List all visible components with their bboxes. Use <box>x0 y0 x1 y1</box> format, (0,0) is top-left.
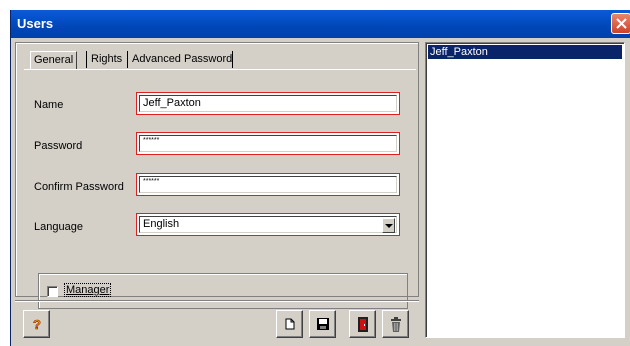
tab-separator <box>127 51 128 68</box>
password-input[interactable]: ****** <box>139 135 397 152</box>
save-icon <box>317 318 329 330</box>
exit-door-icon <box>358 317 368 332</box>
language-label: Language <box>34 221 83 233</box>
trash-icon <box>391 317 401 332</box>
confirm-password-label: Confirm Password <box>34 181 124 193</box>
tab-advanced-password-label: Advanced Password <box>132 53 233 65</box>
new-document-icon <box>285 318 295 330</box>
chevron-down-icon <box>385 224 393 228</box>
user-list[interactable]: Jeff_Paxton <box>425 42 625 338</box>
window-title: Users <box>17 16 54 31</box>
close-icon <box>616 18 627 29</box>
language-select-value[interactable]: English <box>139 216 397 233</box>
dropdown-button[interactable] <box>382 218 395 233</box>
tab-separator <box>232 51 233 68</box>
tab-general[interactable]: General <box>30 51 78 69</box>
name-field[interactable]: Jeff_Paxton <box>136 92 400 115</box>
name-label: Name <box>34 99 64 111</box>
language-select[interactable]: English <box>136 213 400 236</box>
help-button[interactable]: ? <box>23 310 50 338</box>
toolbar-separator <box>15 300 419 302</box>
language-value: English <box>143 218 180 230</box>
manager-label[interactable]: Manager <box>63 283 112 297</box>
tab-separator <box>86 51 87 68</box>
tab-advanced-password[interactable]: Advanced Password <box>129 51 236 69</box>
tab-rights-label: Rights <box>91 53 123 65</box>
help-icon: ? <box>33 317 42 331</box>
delete-button[interactable] <box>382 310 409 338</box>
manager-group: Manager <box>38 273 408 309</box>
list-item[interactable]: Jeff_Paxton <box>428 45 622 59</box>
exit-button[interactable] <box>349 310 376 338</box>
save-button[interactable] <box>309 310 336 338</box>
tab-rights[interactable]: Rights <box>88 51 126 69</box>
manager-checkbox[interactable] <box>47 286 58 297</box>
name-input[interactable]: Jeff_Paxton <box>139 95 397 112</box>
confirm-password-input[interactable]: ****** <box>139 176 397 193</box>
user-form-panel: General Rights Advanced Password Name Je… <box>15 42 419 309</box>
tab-panel-border <box>24 69 416 70</box>
confirm-password-field[interactable]: ****** <box>136 173 400 196</box>
new-user-button[interactable] <box>276 310 303 338</box>
svg-text:?: ? <box>33 317 41 331</box>
password-field[interactable]: ****** <box>136 132 400 155</box>
password-label: Password <box>34 140 83 152</box>
title-bar[interactable]: Users <box>11 10 630 38</box>
users-window: Users General Rights Advanced Password N… <box>10 10 630 346</box>
close-button[interactable] <box>611 13 630 34</box>
tab-general-label: General <box>34 54 74 66</box>
